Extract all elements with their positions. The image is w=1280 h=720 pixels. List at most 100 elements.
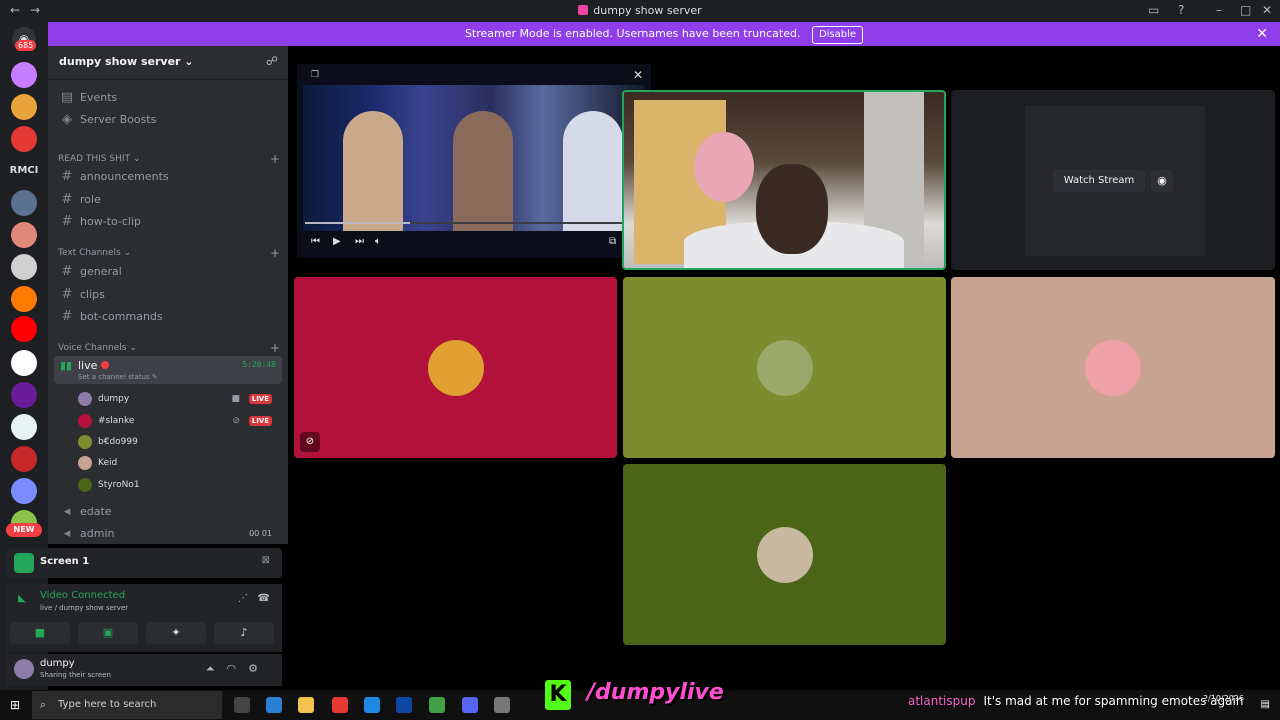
- server-icon[interactable]: [11, 446, 37, 472]
- participant-avatar: [756, 339, 813, 396]
- watch-stream-button[interactable]: Watch Stream: [1053, 170, 1145, 192]
- voice-user[interactable]: dumpy ■ LIVE: [78, 389, 278, 409]
- channel-bot-commands[interactable]: # bot-commands: [56, 307, 280, 327]
- server-boosts-item[interactable]: ◈ Server Boosts: [56, 110, 280, 130]
- events-item[interactable]: ▤ Events: [56, 88, 280, 108]
- vegas-icon[interactable]: [364, 697, 380, 713]
- volume-icon[interactable]: 🔈︎: [375, 236, 381, 247]
- server-icon[interactable]: [11, 286, 37, 312]
- voice-channel-edate[interactable]: ◂ edate: [56, 502, 280, 522]
- microphone-icon[interactable]: ⏶: [206, 662, 227, 675]
- avatar[interactable]: [14, 659, 34, 679]
- plus-icon[interactable]: +: [270, 246, 280, 260]
- voice-user[interactable]: Keid: [78, 453, 278, 473]
- events-label: Events: [80, 91, 118, 104]
- channel-role[interactable]: # role: [56, 190, 280, 210]
- stream-tile-preview[interactable]: Watch Stream ◉: [951, 90, 1275, 270]
- connection-status[interactable]: Video Connected: [40, 590, 125, 601]
- voice-username: b€do999: [98, 437, 138, 447]
- skip-back-icon[interactable]: ⏮: [311, 236, 320, 247]
- add-member-icon[interactable]: ☍: [266, 54, 278, 68]
- server-icon[interactable]: [11, 350, 37, 376]
- video-progress-bar[interactable]: [305, 222, 643, 224]
- discord-icon[interactable]: [462, 697, 478, 713]
- voice-channel-admin[interactable]: ◂ admin 00 01: [56, 524, 280, 544]
- server-icon[interactable]: [11, 62, 37, 88]
- file-explorer-icon[interactable]: [298, 697, 314, 713]
- obs-icon[interactable]: [494, 697, 510, 713]
- close-icon[interactable]: ✕: [1262, 3, 1272, 17]
- opera-icon[interactable]: [332, 697, 348, 713]
- channel-announcements[interactable]: # announcements: [56, 167, 280, 187]
- taskbar-app-icon[interactable]: [429, 697, 445, 713]
- voice-username: Keid: [98, 458, 118, 468]
- screen-share-button[interactable]: ▣: [78, 622, 138, 644]
- voice-username: dumpy: [98, 394, 130, 404]
- hash-icon: #: [61, 169, 73, 184]
- close-banner-icon[interactable]: ✕: [1256, 22, 1268, 46]
- avatar: [78, 414, 92, 428]
- channel-label: admin: [80, 527, 115, 540]
- voice-user[interactable]: b€do999: [78, 432, 278, 452]
- category-voice[interactable]: Voice Channels ⌄ +: [58, 341, 280, 355]
- server-icon[interactable]: [11, 190, 37, 216]
- soundboard-button[interactable]: ♪: [214, 622, 274, 644]
- voice-channel-live[interactable]: ▮▮ live 5:20:48 Set a channel status ✎: [54, 356, 282, 384]
- participant-tile[interactable]: ⊘: [294, 277, 617, 458]
- maximize-icon[interactable]: □: [1240, 3, 1251, 17]
- screen-share-panel[interactable]: Screen 1 ⊠: [6, 548, 282, 578]
- help-icon[interactable]: ?: [1178, 3, 1184, 17]
- voice-user[interactable]: StyroNo1: [78, 475, 278, 495]
- server-icon[interactable]: [11, 414, 37, 440]
- popout-icon[interactable]: ❐: [311, 70, 319, 80]
- photoshop-icon[interactable]: [396, 697, 412, 713]
- server-icon[interactable]: [11, 478, 37, 504]
- headphones-icon[interactable]: ◠: [227, 662, 249, 675]
- eye-icon[interactable]: ◉: [1151, 170, 1173, 192]
- taskbar-app-icon[interactable]: [266, 697, 282, 713]
- task-view-icon[interactable]: [234, 697, 250, 713]
- voice-user[interactable]: #slanke ⊘ LIVE: [78, 411, 278, 431]
- server-icon[interactable]: [11, 316, 37, 342]
- channel-status[interactable]: Set a channel status ✎: [78, 373, 158, 381]
- server-icon-text[interactable]: RMCI: [8, 165, 40, 183]
- plus-icon[interactable]: +: [270, 152, 280, 166]
- stream-tile-active[interactable]: [622, 90, 946, 270]
- connection-channel[interactable]: live / dumpy show server: [40, 604, 128, 612]
- taskbar-search[interactable]: ⌕ Type here to search: [32, 691, 222, 719]
- channel-how-to-clip[interactable]: # how-to-clip: [56, 212, 280, 232]
- server-icon[interactable]: [11, 382, 37, 408]
- server-icon[interactable]: [11, 254, 37, 280]
- notification-icon[interactable]: ▤: [1261, 699, 1270, 710]
- popout-icon[interactable]: ⊠: [262, 555, 270, 566]
- close-icon[interactable]: ✕: [633, 68, 643, 82]
- participant-tile[interactable]: [623, 464, 946, 645]
- windows-start-icon[interactable]: ⊞: [10, 698, 20, 712]
- disable-streamer-mode-button[interactable]: Disable: [811, 26, 864, 44]
- disconnect-icon[interactable]: ☎: [258, 593, 270, 604]
- play-icon[interactable]: ▶: [333, 236, 341, 247]
- minimize-icon[interactable]: –: [1216, 3, 1222, 17]
- server-icon[interactable]: [11, 126, 37, 152]
- gear-icon[interactable]: ⚙: [248, 662, 270, 675]
- skip-forward-icon[interactable]: ⏭: [355, 236, 364, 247]
- pip-video-player[interactable]: ❐ ✕ ⏮ ▶ ⏭ 🔈︎ ⧉ ▣: [297, 64, 651, 258]
- server-icon[interactable]: [11, 222, 37, 248]
- channel-general[interactable]: # general: [56, 262, 280, 282]
- channel-clips[interactable]: # clips: [56, 285, 280, 305]
- activities-button[interactable]: ✦: [146, 622, 206, 644]
- mentions-badge: 685: [15, 40, 37, 51]
- mute-icon: ⊘: [232, 416, 240, 426]
- category-text[interactable]: Text Channels ⌄ +: [58, 246, 280, 260]
- activities-icon: ✦: [171, 626, 181, 639]
- camera-button[interactable]: ■: [10, 622, 70, 644]
- participant-tile[interactable]: [951, 277, 1275, 458]
- inbox-icon[interactable]: ▭: [1148, 3, 1159, 17]
- participant-tile[interactable]: [623, 277, 946, 458]
- crop-icon[interactable]: ⧉: [609, 236, 616, 247]
- category-read[interactable]: READ THIS SHIT ⌄ +: [58, 152, 280, 166]
- noise-suppression-icon[interactable]: ⋰: [238, 593, 248, 604]
- server-icon[interactable]: [11, 94, 37, 120]
- plus-icon[interactable]: +: [270, 341, 280, 355]
- server-header[interactable]: dumpy show server ⌄ ☍: [48, 46, 288, 80]
